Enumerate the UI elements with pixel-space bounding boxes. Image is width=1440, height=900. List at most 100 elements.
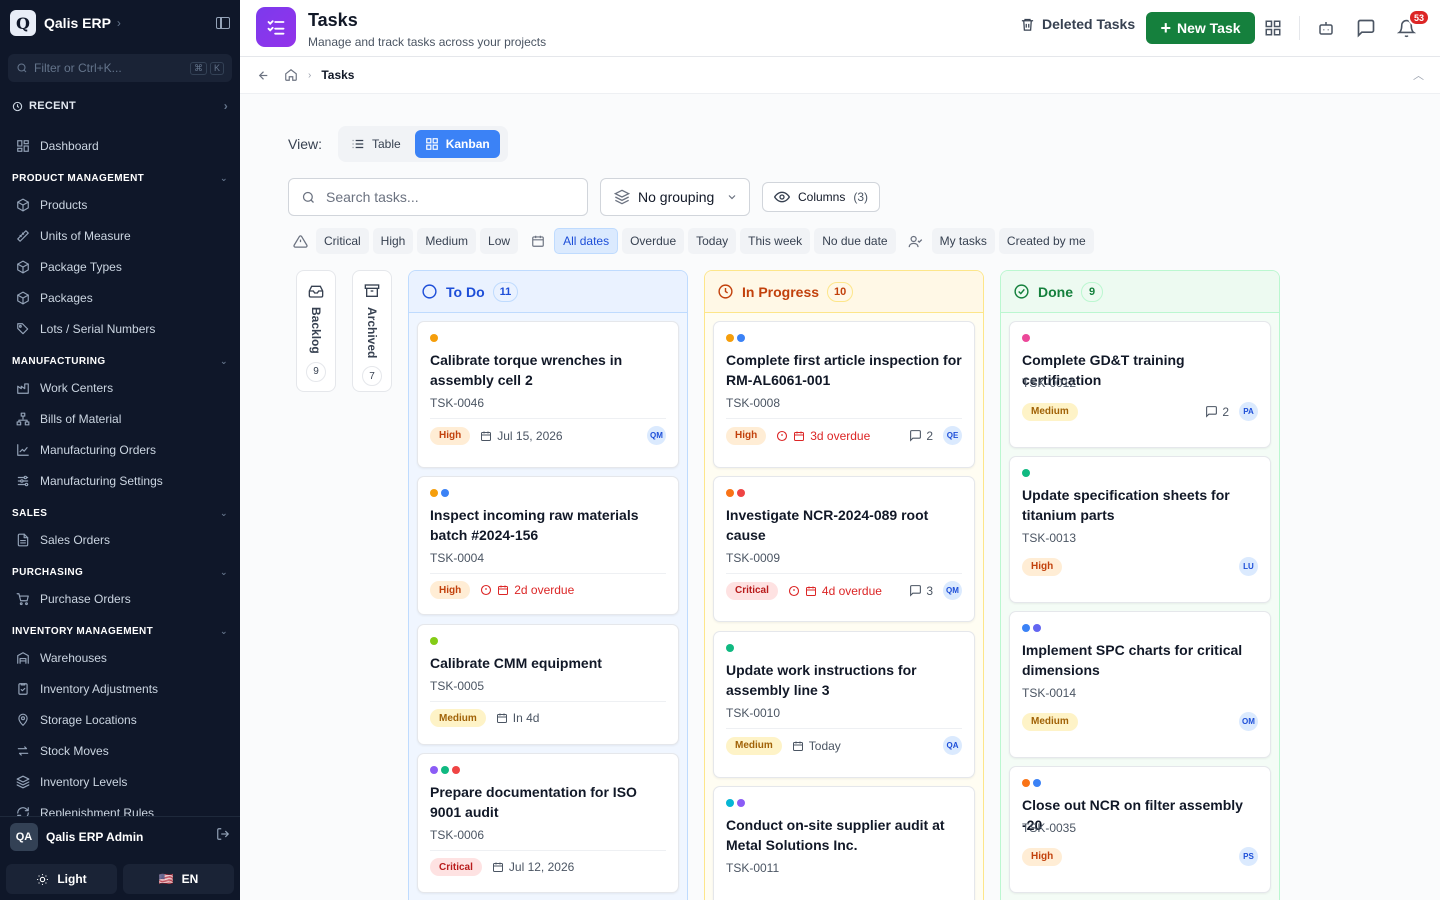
task-card[interactable]: Calibrate torque wrenches in assembly ce… — [417, 321, 679, 468]
filter-priority-high[interactable]: High — [372, 228, 414, 254]
filter-overdue[interactable]: Overdue — [622, 228, 685, 254]
nav-section-title: PURCHASING — [12, 566, 84, 578]
app-name[interactable]: Qalis ERP — [44, 15, 111, 31]
table-view-button[interactable]: Table — [341, 130, 411, 158]
archived-column-collapsed[interactable]: Archived 7 — [352, 270, 392, 392]
task-card[interactable]: Close out NCR on filter assembly -20 TSK-… — [1009, 766, 1271, 893]
nav-section-2[interactable]: SALES ⌄ — [0, 502, 240, 524]
sidebar-item-purchase-orders[interactable]: Purchase Orders — [0, 583, 240, 614]
filter-no-due-date[interactable]: No due date — [814, 228, 896, 254]
sidebar-item-label: Package Types — [40, 259, 122, 274]
sidebar-item-label: Sales Orders — [40, 532, 111, 547]
task-card[interactable]: Investigate NCR-2024-089 root cause TSK-0… — [713, 476, 975, 622]
user-profile[interactable]: QA Qalis ERP Admin — [0, 816, 240, 856]
sidebar-item-inventory-levels[interactable]: Inventory Levels — [0, 766, 240, 797]
task-id: TSK-0004 — [430, 551, 485, 565]
filter-priority-critical[interactable]: Critical — [316, 228, 369, 254]
logout-icon[interactable] — [216, 827, 230, 846]
backlog-label: Backlog — [309, 307, 323, 354]
sidebar-item-label: Packages — [40, 290, 93, 305]
column-header[interactable]: To Do 11 — [409, 271, 687, 313]
language-button[interactable]: 🇺🇸 EN — [123, 864, 234, 894]
comment-count[interactable]: 2 — [909, 429, 933, 443]
sidebar-item-dashboard[interactable]: Dashboard — [0, 130, 240, 161]
sidebar-item-products[interactable]: Products — [0, 189, 240, 220]
sidebar-filter-input[interactable]: Filter or Ctrl+K... ⌘ K — [8, 54, 232, 82]
columns-count: (3) — [853, 190, 869, 204]
task-card[interactable]: Complete first article inspection for RM… — [713, 321, 975, 468]
alert-circle-icon — [788, 585, 799, 596]
chevron-right-icon[interactable]: › — [117, 16, 121, 30]
filter-all-dates[interactable]: All dates — [554, 228, 619, 254]
task-card[interactable]: Calibrate CMM equipment TSK-0005 Medium In … — [417, 624, 679, 745]
home-icon[interactable] — [284, 68, 298, 82]
avatar[interactable]: LU — [1239, 557, 1258, 576]
nav-section-3[interactable]: PURCHASING ⌄ — [0, 561, 240, 583]
sidebar-collapse-icon[interactable] — [216, 17, 230, 29]
sidebar-item-manufacturing-settings[interactable]: Manufacturing Settings — [0, 465, 240, 496]
avatar[interactable]: QM — [943, 581, 962, 600]
nav-section-4[interactable]: INVENTORY MANAGEMENT ⌄ — [0, 620, 240, 642]
comment-count[interactable]: 3 — [909, 584, 933, 598]
filter-priority-low[interactable]: Low — [480, 228, 519, 254]
calendar-icon — [481, 431, 492, 441]
sidebar-item-packages[interactable]: Packages — [0, 282, 240, 313]
nav-section-0[interactable]: PRODUCT MANAGEMENT ⌄ — [0, 167, 240, 189]
search-icon — [302, 191, 314, 203]
sidebar-item-storage-locations[interactable]: Storage Locations — [0, 704, 240, 735]
filter-created-by-me[interactable]: Created by me — [998, 228, 1094, 254]
task-card[interactable]: Update work instructions for assembly li… — [713, 631, 975, 778]
comment-count[interactable]: 2 — [1205, 405, 1229, 419]
sidebar-item-bills-of-material[interactable]: Bills of Material — [0, 403, 240, 434]
task-card[interactable]: Complete GD&T training certification TSK-… — [1009, 321, 1271, 448]
kanban-view-button[interactable]: Kanban — [414, 130, 500, 158]
avatar[interactable]: QM — [647, 426, 666, 445]
filter-my-tasks[interactable]: My tasks — [931, 228, 995, 254]
filter-today[interactable]: Today — [688, 228, 737, 254]
new-task-button[interactable]: + New Task — [1146, 12, 1255, 44]
avatar[interactable]: QE — [943, 426, 962, 445]
sidebar-item-stock-moves[interactable]: Stock Moves — [0, 735, 240, 766]
task-id: TSK-0035 — [1022, 821, 1077, 835]
task-card[interactable]: Prepare documentation for ISO 9001 audit… — [417, 753, 679, 893]
column-header[interactable]: In Progress 10 — [705, 271, 983, 313]
sidebar-item-package-types[interactable]: Package Types — [0, 251, 240, 282]
column-header[interactable]: Done 9 — [1001, 271, 1279, 313]
app-logo[interactable]: Q — [10, 10, 36, 36]
nav-section-1[interactable]: MANUFACTURING ⌄ — [0, 350, 240, 372]
back-arrow-icon[interactable] — [257, 69, 270, 82]
columns-button[interactable]: Columns (3) — [762, 182, 880, 212]
backlog-column-collapsed[interactable]: Backlog 9 — [296, 270, 336, 392]
avatar[interactable]: QA — [943, 736, 962, 755]
sidebar-item-lots-serial-numbers[interactable]: Lots / Serial Numbers — [0, 313, 240, 344]
sidebar-item-sales-orders[interactable]: Sales Orders — [0, 524, 240, 555]
grouping-select[interactable]: No grouping — [600, 178, 750, 216]
avatar[interactable]: PA — [1239, 402, 1258, 421]
filter-priority-medium[interactable]: Medium — [417, 228, 477, 254]
tag-dot — [1033, 779, 1041, 787]
filter-this-week[interactable]: This week — [740, 228, 811, 254]
language-label: EN — [181, 872, 199, 886]
task-card[interactable]: Inspect incoming raw materials batch #20… — [417, 476, 679, 615]
avatar[interactable]: PS — [1239, 847, 1258, 866]
sidebar-item-manufacturing-orders[interactable]: Manufacturing Orders — [0, 434, 240, 465]
tag-dots — [1022, 779, 1041, 787]
apps-grid-icon[interactable] — [1262, 17, 1284, 39]
avatar[interactable]: OM — [1239, 712, 1258, 731]
task-search-input[interactable]: Search tasks... — [288, 178, 588, 216]
packages-icon — [16, 291, 30, 305]
task-card[interactable]: Implement SPC charts for critical dimens… — [1009, 611, 1271, 758]
deleted-tasks-button[interactable]: Deleted Tasks — [1020, 16, 1135, 32]
theme-toggle-button[interactable]: Light — [6, 864, 117, 894]
task-id: TSK-0010 — [726, 706, 781, 720]
recent-section[interactable]: RECENT › — [0, 94, 240, 118]
sidebar-item-inventory-adjustments[interactable]: Inventory Adjustments — [0, 673, 240, 704]
chevron-up-icon[interactable]: ︿ — [1413, 67, 1424, 83]
sidebar-item-warehouses[interactable]: Warehouses — [0, 642, 240, 673]
chat-icon[interactable] — [1355, 17, 1377, 39]
bot-icon[interactable] — [1315, 17, 1337, 39]
task-card[interactable]: Update specification sheets for titanium… — [1009, 456, 1271, 603]
sidebar-item-work-centers[interactable]: Work Centers — [0, 372, 240, 403]
task-card[interactable]: Conduct on-site supplier audit at Metal … — [713, 786, 975, 900]
sidebar-item-units-of-measure[interactable]: Units of Measure — [0, 220, 240, 251]
